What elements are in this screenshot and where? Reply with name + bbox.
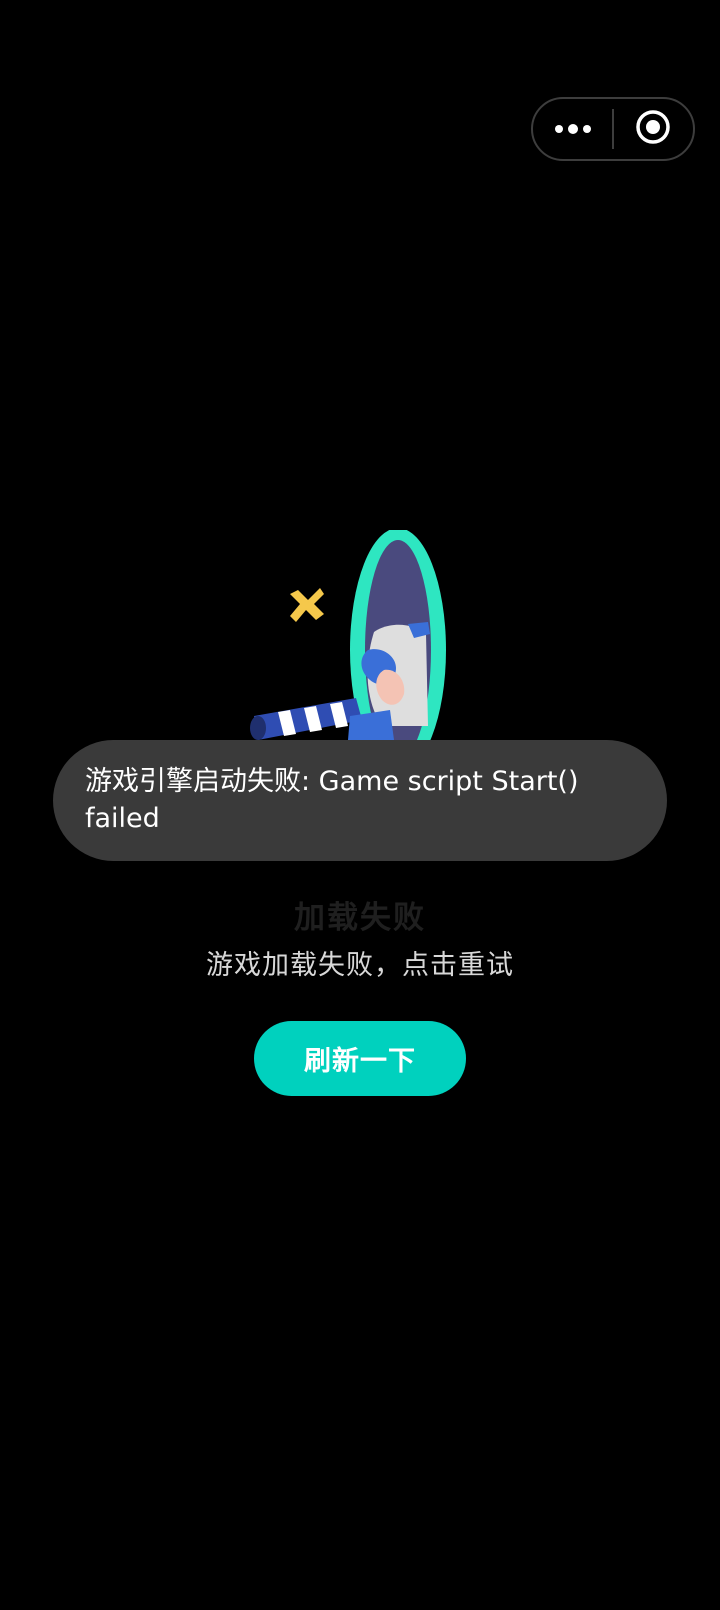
more-dots-icon <box>553 120 593 139</box>
more-button[interactable] <box>533 99 612 159</box>
sparkle-star-icon <box>290 588 324 622</box>
error-title: 加载失败 <box>294 900 426 936</box>
target-circle-icon <box>635 109 671 149</box>
close-button[interactable] <box>614 99 693 159</box>
character-icon <box>250 622 430 740</box>
error-toast: 游戏引擎启动失败: Game script Start() failed <box>53 740 667 861</box>
toast-message: 游戏引擎启动失败: Game script Start() failed <box>85 766 579 834</box>
capsule-menu <box>531 97 695 161</box>
refresh-button[interactable]: 刷新一下 <box>254 1021 466 1096</box>
load-failed-illustration <box>250 528 470 772</box>
error-subtitle: 游戏加载失败，点击重试 <box>206 950 514 981</box>
